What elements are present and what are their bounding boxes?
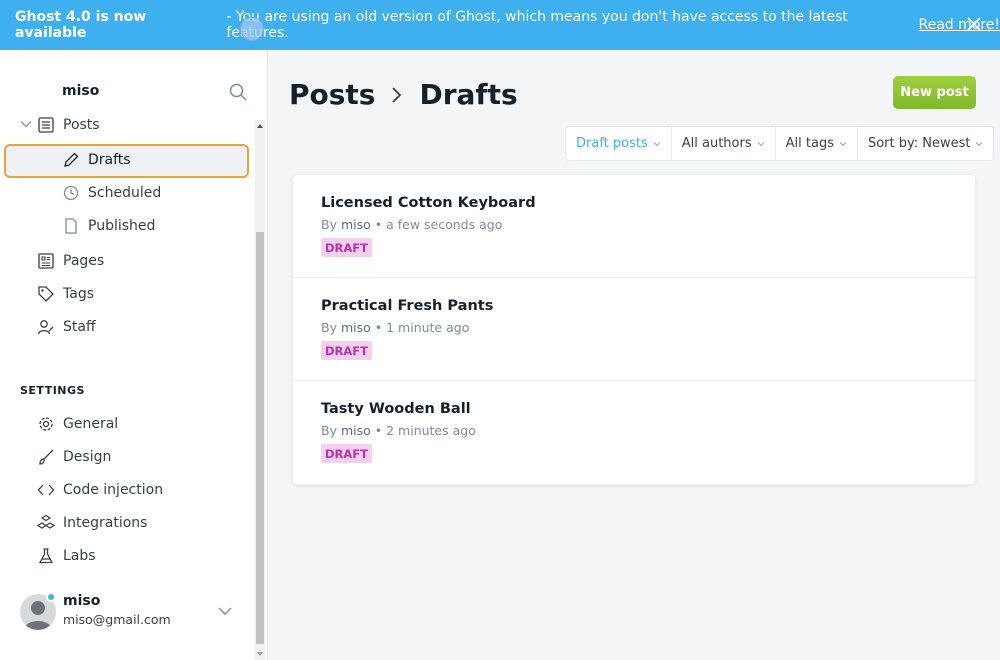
sidebar-item-published[interactable]: Published (62, 217, 155, 235)
filter-tag-select[interactable]: All tags (776, 127, 858, 160)
gear-icon (37, 415, 55, 433)
pages-icon (37, 252, 55, 270)
posts-icon (37, 116, 55, 134)
sidebar-item-label: General (63, 416, 119, 432)
filter-author-select[interactable]: All authors (672, 127, 776, 160)
sidebar-item-scheduled[interactable]: Scheduled (62, 184, 161, 202)
flask-icon (37, 547, 55, 565)
banner-read-more-link[interactable]: Read more! (919, 17, 1000, 33)
scrollbar-thumb[interactable] (256, 232, 264, 644)
post-time: • 2 minutes ago (374, 423, 476, 438)
sidebar-item-label: Drafts (88, 152, 131, 168)
sidebar-item-posts[interactable]: Posts (37, 116, 100, 134)
post-author: miso (340, 320, 371, 335)
sidebar-item-label: Pages (63, 253, 105, 269)
user-menu[interactable]: miso miso@gmail.com (20, 592, 250, 632)
sidebar-item-drafts[interactable]: Drafts (62, 151, 131, 169)
close-icon[interactable] (966, 16, 982, 32)
breadcrumb-root[interactable]: Posts (289, 78, 375, 111)
settings-heading: SETTINGS (20, 384, 85, 397)
sidebar-item-tags[interactable]: Tags (37, 285, 94, 303)
sidebar: miso Posts Drafts Scheduled Published Pa… (0, 50, 268, 660)
list-item[interactable]: Tasty Wooden Ball By miso • 2 minutes ag… (293, 381, 975, 484)
filter-bar: Draft posts All authors All tags Sort by… (565, 126, 995, 161)
caret-down-icon (839, 140, 847, 148)
upgrade-banner: Ghost 4.0 is now available - You are usi… (0, 0, 1000, 50)
filter-label: Sort by: Newest (867, 136, 971, 151)
list-item[interactable]: Practical Fresh Pants By miso • 1 minute… (293, 278, 975, 381)
sidebar-item-label: Labs (63, 548, 96, 564)
post-meta: By miso • 2 minutes ago (321, 423, 476, 438)
sidebar-item-staff[interactable]: Staff (37, 318, 96, 336)
site-name: miso (62, 83, 100, 99)
status-badge: DRAFT (321, 341, 373, 360)
page-title: Drafts (419, 78, 518, 111)
post-title[interactable]: Practical Fresh Pants (321, 298, 493, 314)
banner-headline: Ghost 4.0 is now available (15, 9, 147, 41)
post-title[interactable]: Licensed Cotton Keyboard (321, 195, 536, 211)
user-name: miso (63, 593, 101, 609)
post-title[interactable]: Tasty Wooden Ball (321, 401, 471, 417)
status-badge: DRAFT (321, 238, 373, 257)
filter-type-select[interactable]: Draft posts (566, 127, 672, 160)
main-content: Posts Drafts New post Draft posts All au… (268, 50, 1000, 660)
cursor-indicator (240, 17, 264, 41)
online-status-dot (46, 592, 56, 602)
filter-label: All authors (681, 136, 752, 151)
sort-select[interactable]: Sort by: Newest (858, 127, 994, 160)
filter-label: Draft posts (576, 136, 648, 151)
sidebar-item-labs[interactable]: Labs (37, 547, 96, 565)
integrations-icon (37, 514, 55, 532)
sidebar-item-integrations[interactable]: Integrations (37, 514, 147, 532)
post-time: • 1 minute ago (374, 320, 470, 335)
pencil-icon (62, 151, 80, 169)
sidebar-item-label: Staff (63, 319, 96, 335)
sidebar-item-label: Design (63, 449, 112, 465)
caret-down-icon (757, 140, 765, 148)
user-email: miso@gmail.com (63, 612, 171, 627)
clock-icon (62, 184, 80, 202)
post-by: By (321, 423, 337, 438)
post-meta: By miso • 1 minute ago (321, 320, 469, 335)
sidebar-item-general[interactable]: General (37, 415, 118, 433)
sidebar-item-label: Scheduled (88, 185, 162, 201)
post-meta: By miso • a few seconds ago (321, 217, 502, 232)
chevron-down-icon[interactable] (20, 118, 32, 130)
code-icon (37, 481, 55, 499)
banner-message: - You are using an old version of Ghost,… (226, 9, 848, 41)
chevron-down-icon[interactable] (218, 604, 232, 618)
caret-down-icon (975, 140, 983, 148)
scroll-up-arrow-icon[interactable] (255, 120, 265, 132)
sidebar-item-label: Integrations (63, 515, 148, 531)
page-icon (62, 217, 80, 235)
breadcrumb: Posts Drafts (289, 78, 518, 111)
sidebar-scrollbar[interactable] (255, 120, 265, 660)
post-author: miso (340, 217, 371, 232)
brush-icon (37, 448, 55, 466)
sidebar-item-label: Posts (63, 117, 100, 133)
post-time: • a few seconds ago (374, 217, 503, 232)
post-by: By (321, 217, 337, 232)
tag-icon (37, 285, 55, 303)
posts-list: Licensed Cotton Keyboard By miso • a few… (292, 174, 976, 485)
scroll-down-arrow-icon[interactable] (255, 648, 265, 660)
sidebar-item-design[interactable]: Design (37, 448, 111, 466)
sidebar-item-pages[interactable]: Pages (37, 252, 104, 270)
filter-label: All tags (785, 136, 834, 151)
staff-icon (37, 318, 55, 336)
sidebar-item-code-injection[interactable]: Code injection (37, 481, 163, 499)
sidebar-item-label: Tags (63, 286, 94, 302)
post-by: By (321, 320, 337, 335)
sidebar-item-label: Code injection (63, 482, 164, 498)
search-icon[interactable] (229, 83, 247, 101)
chevron-right-icon (387, 85, 407, 105)
list-item[interactable]: Licensed Cotton Keyboard By miso • a few… (293, 175, 975, 278)
post-author: miso (340, 423, 371, 438)
sidebar-item-label: Published (88, 218, 156, 234)
status-badge: DRAFT (321, 444, 373, 463)
new-post-button[interactable]: New post (893, 76, 976, 109)
caret-down-icon (653, 140, 661, 148)
